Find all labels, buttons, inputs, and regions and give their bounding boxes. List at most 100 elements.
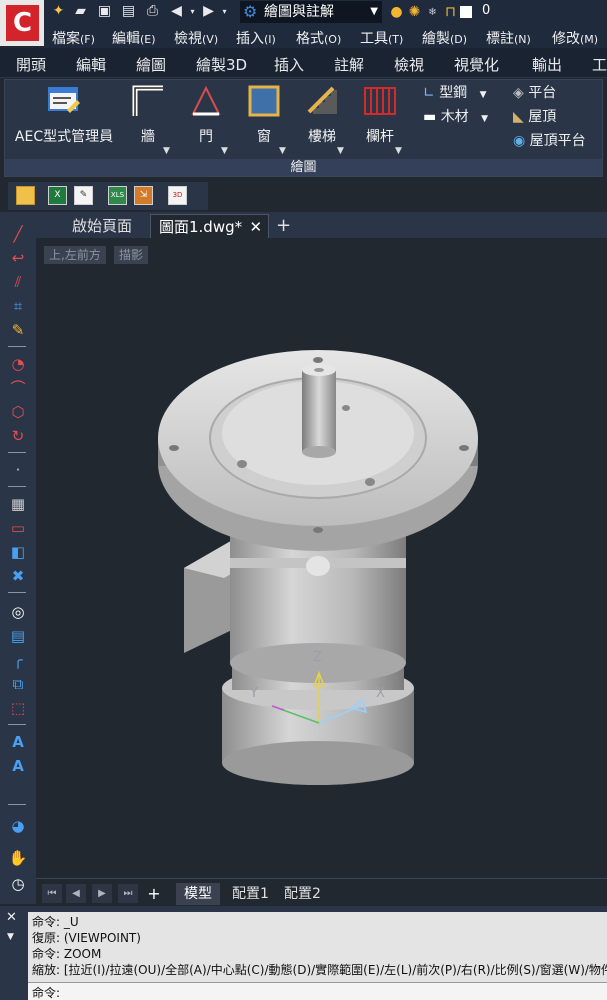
- close-icon[interactable]: ✕: [250, 215, 263, 239]
- multiline-icon[interactable]: ⌗: [8, 296, 28, 316]
- tab-edit[interactable]: 編輯: [76, 54, 106, 75]
- menu-modify[interactable]: 修改(M): [552, 28, 598, 48]
- roof-button[interactable]: ◣ 屋頂: [513, 106, 556, 126]
- menu-tools[interactable]: 工具(T): [360, 28, 403, 48]
- tab-visualize[interactable]: 視覺化: [454, 54, 499, 75]
- 3d-to-2d-icon[interactable]: 3D: [168, 186, 187, 205]
- hatch-icon[interactable]: ▦: [8, 494, 28, 514]
- command-input[interactable]: 命令:: [28, 982, 607, 1000]
- line-icon[interactable]: ╱: [8, 224, 28, 244]
- tab-draw-3d[interactable]: 繪製3D: [196, 54, 247, 75]
- point-icon[interactable]: ·: [8, 460, 28, 480]
- chevron-down-icon[interactable]: ▼: [163, 146, 170, 156]
- region-icon[interactable]: ◧: [8, 542, 28, 562]
- railing-button[interactable]: 欄杆 ▼: [357, 84, 403, 156]
- tab-tools[interactable]: 工: [592, 54, 607, 75]
- polygon-icon[interactable]: ⬡: [8, 402, 28, 422]
- chevron-down-icon[interactable]: ▼: [480, 90, 487, 100]
- tab-layout2[interactable]: 配置2: [276, 883, 329, 905]
- menu-draw[interactable]: 繪製(D): [422, 28, 467, 48]
- arc-icon[interactable]: ⌒: [8, 378, 28, 398]
- door-button[interactable]: 門 ▼: [183, 84, 229, 156]
- table-icon[interactable]: ▤: [8, 626, 28, 646]
- pencil-icon[interactable]: ✎: [8, 320, 28, 340]
- next-layout-icon[interactable]: ▶: [92, 884, 112, 903]
- excel-export-icon[interactable]: X: [48, 186, 67, 205]
- edit-table-icon[interactable]: ✎: [74, 186, 93, 205]
- revision-cloud-icon[interactable]: ↻: [8, 426, 28, 446]
- add-layout-icon[interactable]: +: [144, 884, 164, 903]
- steel-button[interactable]: ∟ 型鋼 ▼: [423, 82, 487, 102]
- open-icon[interactable]: ▰: [72, 3, 89, 20]
- app-logo[interactable]: C: [0, 0, 44, 46]
- lightbulb-icon[interactable]: ●: [388, 4, 405, 21]
- pan-hand-icon[interactable]: ✋: [8, 848, 28, 868]
- tab-output[interactable]: 輸出: [532, 54, 562, 75]
- tab-layout1[interactable]: 配置1: [224, 883, 277, 905]
- fillet-icon[interactable]: ╭: [8, 650, 28, 670]
- lock-icon[interactable]: ⊓: [442, 4, 459, 21]
- tab-insert[interactable]: 插入: [274, 54, 304, 75]
- mtext-icon[interactable]: A: [8, 732, 28, 752]
- block-icon[interactable]: ⧉: [8, 674, 28, 694]
- tab-home[interactable]: 開頭: [16, 54, 46, 75]
- chevron-down-icon[interactable]: ▼: [481, 114, 488, 124]
- tab-draw[interactable]: 繪圖: [136, 54, 166, 75]
- workspace-selector[interactable]: ⚙ 繪圖與註解 ▼: [240, 1, 382, 23]
- undo-icon[interactable]: ◀: [168, 3, 185, 20]
- insert-block-icon[interactable]: ⬚: [8, 698, 28, 718]
- redo-dropdown-icon[interactable]: ▾: [216, 3, 233, 20]
- chevron-down-icon[interactable]: ▼: [279, 146, 286, 156]
- aec-style-manager-button[interactable]: AEC型式管理員: [9, 84, 119, 146]
- drawing-viewport[interactable]: 上,左前方 描影 Z X Y: [36, 238, 607, 878]
- menu-file[interactable]: 檔案(F): [52, 28, 95, 48]
- first-layout-icon[interactable]: ⏮: [42, 884, 62, 903]
- menu-edit[interactable]: 編輯(E): [112, 28, 156, 48]
- tab-annotate[interactable]: 註解: [334, 54, 364, 75]
- timber-button[interactable]: ▬ 木材 ▼: [423, 106, 488, 126]
- platform-button[interactable]: ◈ 平台: [513, 82, 556, 102]
- chevron-down-icon[interactable]: ▼: [395, 146, 402, 156]
- print-icon[interactable]: ⎙: [144, 3, 161, 20]
- menu-dimension[interactable]: 標註(N): [486, 28, 531, 48]
- export-icon[interactable]: ⇲: [134, 186, 153, 205]
- save-icon[interactable]: ▣: [96, 3, 113, 20]
- save-as-icon[interactable]: ▤: [120, 3, 137, 20]
- donut-icon[interactable]: ◎: [8, 602, 28, 622]
- xls-icon[interactable]: XLS: [108, 186, 127, 205]
- properties-icon[interactable]: [16, 186, 35, 205]
- redo-icon[interactable]: ▶: [200, 3, 217, 20]
- sun-icon[interactable]: ✺: [406, 4, 423, 21]
- window-button[interactable]: 窗 ▼: [241, 84, 287, 156]
- undo-dropdown-icon[interactable]: ▾: [184, 3, 201, 20]
- menu-insert[interactable]: 插入(I): [236, 28, 276, 48]
- clock-icon[interactable]: ◷: [8, 874, 28, 894]
- rectangle-icon[interactable]: ▭: [8, 518, 28, 538]
- orbit-icon[interactable]: ◕: [8, 816, 28, 836]
- last-layout-icon[interactable]: ⏭: [118, 884, 138, 903]
- menu-view[interactable]: 檢視(V): [174, 28, 218, 48]
- chevron-down-icon[interactable]: ▼: [7, 932, 14, 942]
- roof-slab-button[interactable]: ◉ 屋頂平台: [513, 130, 586, 150]
- tab-model[interactable]: 模型: [176, 883, 220, 905]
- construction-line-icon[interactable]: ⫽: [8, 272, 28, 292]
- polyline-icon[interactable]: ↩: [8, 248, 28, 268]
- new-icon[interactable]: ✦: [50, 3, 67, 20]
- freeze-icon[interactable]: ❄: [424, 4, 441, 21]
- menu-format[interactable]: 格式(O): [296, 28, 341, 48]
- wipeout-icon[interactable]: ✖: [8, 566, 28, 586]
- chevron-down-icon[interactable]: ▼: [337, 146, 344, 156]
- close-icon[interactable]: ✕: [6, 910, 17, 925]
- tab-drawing[interactable]: 圖面1.dwg* ✕: [150, 214, 270, 239]
- new-tab-icon[interactable]: +: [268, 214, 299, 238]
- wall-button[interactable]: 牆 ▼: [125, 84, 171, 156]
- prev-layout-icon[interactable]: ◀: [66, 884, 86, 903]
- layer-color-swatch[interactable]: [460, 6, 472, 18]
- tab-view[interactable]: 檢視: [394, 54, 424, 75]
- circle-icon[interactable]: ◔: [8, 354, 28, 374]
- stair-button[interactable]: 樓梯 ▼: [299, 84, 345, 156]
- text-icon[interactable]: A: [8, 756, 28, 776]
- layer-control[interactable]: ● ✺ ❄ ⊓ 0: [386, 1, 607, 23]
- chevron-down-icon[interactable]: ▼: [221, 146, 228, 156]
- tab-start-page[interactable]: 啟始頁面: [64, 214, 140, 238]
